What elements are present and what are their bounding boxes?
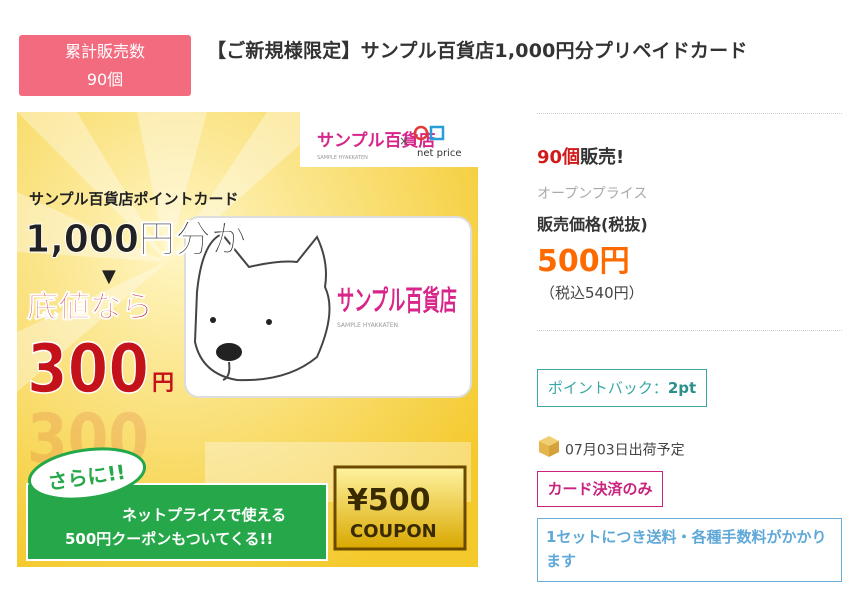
fee-notice: 1セットにつき送料・各種手数料がかかります bbox=[537, 518, 842, 582]
point-back-box: ポイントバック：2pt bbox=[537, 369, 707, 407]
card-logo-sub: SAMPLE HYAKKATEN bbox=[337, 322, 398, 329]
banner-graphic: サンプル百貨店 SAMPLE HYAKKATEN × net price サンプ… bbox=[17, 112, 478, 567]
banner-partner: net price bbox=[417, 148, 461, 159]
sold-count: 90個販売! bbox=[537, 143, 624, 169]
sold-number: 90個 bbox=[537, 147, 581, 168]
card-logo-text: サンプル百貨店 bbox=[337, 284, 457, 317]
banner-headline: サンプル百貨店ポイントカード bbox=[29, 190, 239, 208]
banner-amount: 1,000円分が bbox=[25, 217, 247, 261]
divider-middle bbox=[537, 330, 842, 331]
package-icon bbox=[537, 434, 561, 467]
divider-top bbox=[537, 113, 842, 114]
banner-coupon-word: COUPON bbox=[350, 521, 437, 542]
point-back-value: 2pt bbox=[667, 379, 697, 397]
open-price-label: オープンプライス bbox=[537, 186, 648, 202]
shipping-date: 07月03日出荷予定 bbox=[537, 434, 685, 467]
banner-arrow: ▼ bbox=[102, 266, 116, 287]
banner-price: 300 bbox=[27, 330, 149, 409]
badge-label: 累計販売数 bbox=[64, 42, 145, 61]
banner-yen: 円 bbox=[152, 371, 174, 396]
point-back-label: ポイントバック： bbox=[547, 379, 668, 397]
sold-suffix: 販売! bbox=[580, 147, 625, 168]
sale-price: 500円 bbox=[537, 244, 630, 279]
card-payment-only-badge: カード決済のみ bbox=[537, 471, 663, 507]
banner-coupon-line2: 500円クーポンもついてくる!! bbox=[65, 530, 273, 548]
badge-count: 90個 bbox=[86, 70, 124, 89]
banner-cross: × bbox=[399, 134, 409, 148]
sales-count-badge: 累計販売数 90個 bbox=[19, 35, 191, 96]
shipping-text: 07月03日出荷予定 bbox=[565, 442, 685, 459]
banner-cheap: 底値なら bbox=[27, 290, 153, 325]
price-label: 販売価格(税抜) bbox=[537, 215, 648, 234]
banner-logo-sub: SAMPLE HYAKKATEN bbox=[317, 155, 368, 161]
banner-coupon-line1: ネットプライスで使える bbox=[122, 506, 286, 524]
product-image[interactable]: サンプル百貨店 SAMPLE HYAKKATEN × net price サンプ… bbox=[17, 112, 478, 567]
product-title: 【ご新規様限定】サンプル百貨店1,000円分プリペイドカード bbox=[207, 40, 748, 62]
tax-included-price: （税込540円） bbox=[540, 284, 644, 302]
banner-coupon-amount: ¥500 bbox=[347, 483, 431, 518]
